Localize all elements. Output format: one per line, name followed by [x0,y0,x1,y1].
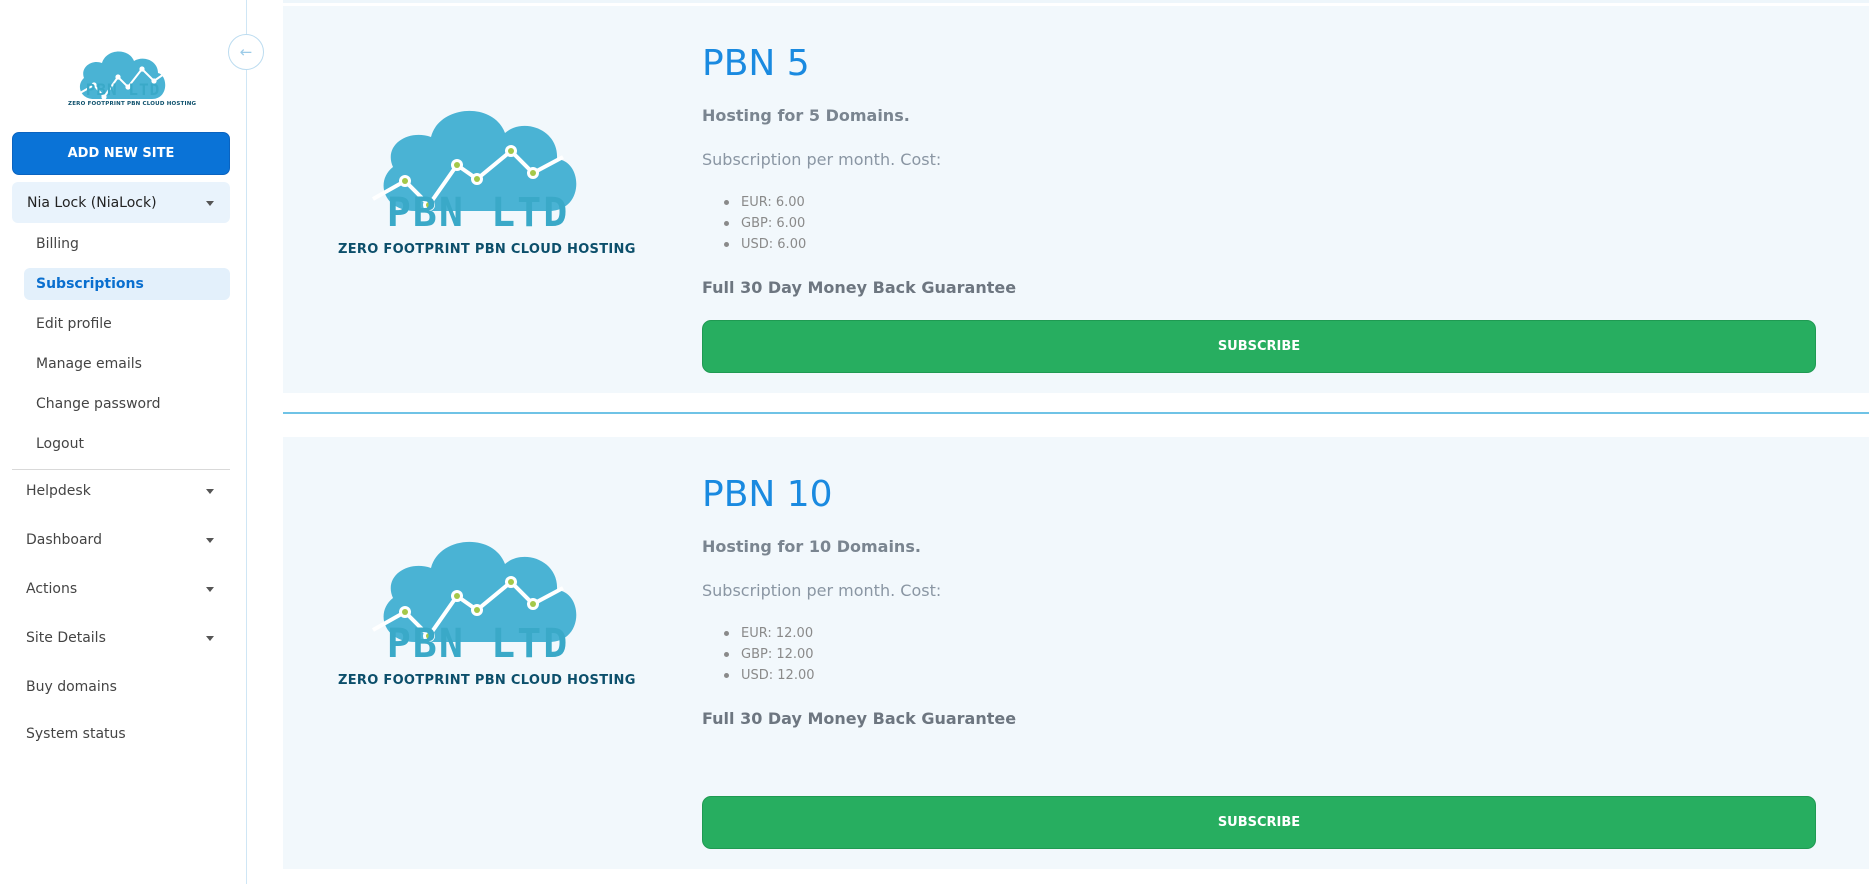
caret-down-icon [206,538,214,543]
sidebar-item-edit-profile[interactable]: Edit profile [24,308,230,340]
plan-hosting-text: Hosting for 5 Domains. [702,106,910,125]
caret-down-icon [206,587,214,592]
guarantee-text: Full 30 Day Money Back Guarantee [702,709,1017,728]
sidebar-item-buy-domains[interactable]: Buy domains [14,671,230,703]
top-border [283,0,1869,3]
sidebar-item-label: Site Details [26,630,106,646]
price-usd: USD: 12.00 [721,665,815,686]
price-eur: EUR: 12.00 [721,623,815,644]
sidebar-item-system-status[interactable]: System status [14,718,230,750]
sidebar-divider [12,469,230,470]
plan-card-pbn-10: PBN LTD ZERO FOOTPRINT PBN CLOUD HOSTING… [283,437,1869,869]
price-usd: USD: 6.00 [721,234,806,255]
plan-subscription-text: Subscription per month. Cost: [702,150,942,169]
price-eur: EUR: 6.00 [721,192,806,213]
sidebar-item-actions[interactable]: Actions [14,573,230,605]
sidebar-item-billing[interactable]: Billing [24,228,230,260]
user-dropdown-label: Nia Lock (NiaLock) [27,194,157,211]
arrow-left-icon: ← [239,43,253,61]
sidebar-item-label: Actions [26,581,78,597]
price-list: EUR: 6.00 GBP: 6.00 USD: 6.00 [721,192,806,255]
subscribe-button[interactable]: SUBSCRIBE [702,320,1816,373]
sidebar-item-label: Buy domains [26,679,117,695]
plan-card-pbn-5: PBN LTD ZERO FOOTPRINT PBN CLOUD HOSTING… [283,6,1869,393]
sidebar-item-helpdesk[interactable]: Helpdesk [14,475,230,507]
plan-title: PBN 5 [702,43,810,84]
sidebar-item-label: Dashboard [26,532,102,548]
logo-tagline: ZERO FOOTPRINT PBN CLOUD HOSTING [338,673,636,688]
logo-name: PBN LTD [85,80,161,99]
sidebar-item-logout[interactable]: Logout [24,428,230,460]
caret-down-icon [206,200,214,206]
sidebar-item-label: System status [26,726,126,742]
logo-tagline: ZERO FOOTPRINT PBN CLOUD HOSTING [338,242,636,257]
logo-name: PBN LTD [386,190,570,236]
collapse-sidebar-button[interactable]: ← [228,34,264,70]
price-list: EUR: 12.00 GBP: 12.00 USD: 12.00 [721,623,815,686]
sidebar-item-change-password[interactable]: Change password [24,388,230,420]
sidebar-item-manage-emails[interactable]: Manage emails [24,348,230,380]
subscribe-button[interactable]: SUBSCRIBE [702,796,1816,849]
logo-name: PBN LTD [386,621,570,667]
logo-tagline: ZERO FOOTPRINT PBN CLOUD HOSTING [68,101,197,107]
guarantee-text: Full 30 Day Money Back Guarantee [702,278,1017,297]
add-new-site-button[interactable]: ADD NEW SITE [12,132,230,175]
plan-title: PBN 10 [702,474,833,515]
sidebar-item-dashboard[interactable]: Dashboard [14,524,230,556]
user-dropdown[interactable]: Nia Lock (NiaLock) [12,182,230,223]
sidebar-item-label: Helpdesk [26,483,91,499]
price-gbp: GBP: 12.00 [721,644,815,665]
main-content: PBN LTD ZERO FOOTPRINT PBN CLOUD HOSTING… [283,0,1869,884]
price-gbp: GBP: 6.00 [721,213,806,234]
plan-separator [283,412,1869,414]
caret-down-icon [206,636,214,641]
caret-down-icon [206,489,214,494]
sidebar-item-site-details[interactable]: Site Details [14,622,230,654]
sidebar-item-subscriptions[interactable]: Subscriptions [24,268,230,300]
plan-subscription-text: Subscription per month. Cost: [702,581,942,600]
sidebar: PBN LTD ZERO FOOTPRINT PBN CLOUD HOSTING… [0,0,247,884]
plan-hosting-text: Hosting for 10 Domains. [702,537,921,556]
